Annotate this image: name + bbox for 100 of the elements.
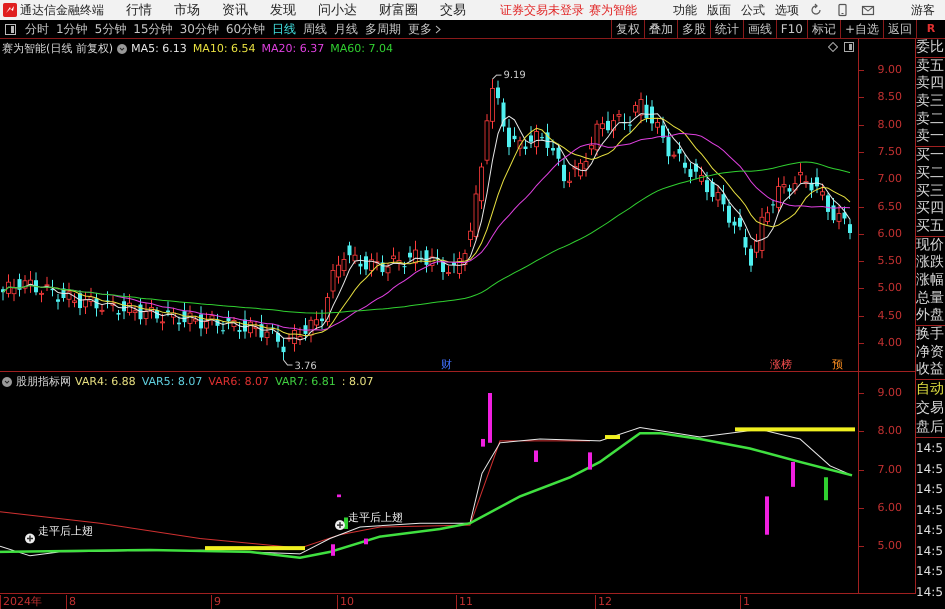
axis-label: 2024年: [0, 595, 42, 609]
login-notice: 证券交易未登录: [500, 2, 584, 18]
menu-item[interactable]: 交易: [440, 1, 466, 19]
indicator-value: MA10: 6.54: [192, 42, 256, 55]
period-tab[interactable]: 15分钟: [130, 20, 176, 38]
quote-label: 卖一: [916, 128, 945, 146]
menu-item[interactable]: 市场: [174, 1, 200, 19]
axis-label: 5.50: [878, 254, 902, 268]
menu-item[interactable]: 发现: [270, 1, 296, 19]
trade-time: 14:5: [916, 502, 944, 519]
axis-label: 5.00: [878, 281, 902, 294]
indicator-value: MA60: 7.04: [330, 42, 393, 55]
quote-label: 换手: [916, 326, 945, 344]
axis-label: 5.00: [878, 539, 902, 552]
toolbar-button[interactable]: 复权: [610, 20, 644, 38]
indicator-value: MA5: 6.13: [131, 42, 187, 55]
menu-item[interactable]: 资讯: [222, 1, 248, 19]
period-tab[interactable]: 60分钟: [222, 20, 268, 38]
period-tab[interactable]: 1分钟: [53, 20, 91, 38]
axis-label: 4.50: [878, 308, 902, 322]
trade-time: 14:5: [916, 460, 944, 478]
quote-label: 收益: [916, 361, 945, 380]
trade-time: 14:5: [916, 440, 944, 458]
axis-label: 6.00: [878, 226, 902, 240]
toolbar-button[interactable]: 多股: [676, 20, 710, 38]
quote-label: 买一: [916, 147, 945, 165]
indicator-value: VAR6: 8.07: [208, 375, 270, 388]
toolbar-button[interactable]: 统计: [710, 20, 743, 38]
axis-label: 8.50: [878, 90, 902, 104]
signal-label: 走平后上翅: [38, 524, 93, 538]
axis-label: 12: [595, 595, 612, 609]
period-tab[interactable]: 分时: [22, 20, 52, 38]
axis-label: 4.00: [878, 336, 902, 349]
toolbar-button[interactable]: +自选: [840, 20, 883, 38]
menu-item[interactable]: 功能: [673, 2, 697, 18]
axis-label: 7.00: [878, 172, 902, 186]
quote-label: 卖三: [916, 93, 945, 111]
marker-label: 财: [441, 358, 452, 371]
stock-name: 赛为智能: [589, 2, 637, 18]
axis-label: 6.50: [878, 200, 902, 212]
menu-item[interactable]: 公式: [741, 2, 765, 18]
trade-time: 14:5: [916, 481, 944, 498]
stock-title: 赛为智能(日线 前复权): [2, 41, 114, 56]
menu-item[interactable]: 选项: [775, 2, 799, 18]
menu-item[interactable]: 问小达: [318, 1, 357, 19]
quote-label: 买五: [916, 218, 945, 236]
axis-label: 7.50: [878, 144, 902, 158]
panel-label[interactable]: 交易: [916, 399, 945, 418]
axis-label: 8.00: [878, 424, 902, 438]
toolbar-button[interactable]: 返回: [883, 20, 916, 38]
axis-label: 8.00: [878, 118, 902, 131]
price-label: 9.19: [504, 70, 526, 82]
trade-time: 14:5: [916, 584, 944, 601]
panel-label[interactable]: 盘后: [916, 418, 945, 438]
trade-time: 14:5: [916, 542, 944, 560]
app-title: 通达信金融终端: [20, 2, 104, 18]
quote-label: 卖二: [916, 110, 945, 128]
quote-label: 买三: [916, 182, 945, 200]
toolbar-button[interactable]: F10: [776, 20, 807, 38]
marker-label: 涨榜: [770, 358, 792, 371]
quote-label: 净资: [916, 344, 945, 362]
mode-button[interactable]: 自动: [916, 380, 945, 400]
marker-label: 预: [832, 358, 843, 371]
axis-label: 9.00: [878, 386, 902, 399]
toolbar-button[interactable]: 叠加: [644, 20, 677, 38]
period-tab[interactable]: 多周期: [362, 20, 404, 38]
period-tab[interactable]: 5分钟: [92, 20, 130, 38]
indicator-title: 股朋指标网: [16, 374, 71, 389]
axis-label: 11: [456, 595, 473, 609]
axis-label: 9: [211, 595, 221, 609]
quote-label: 现价: [916, 236, 945, 254]
menu-item[interactable]: 财富圈: [379, 1, 418, 19]
indicator-value: VAR5: 8.07: [142, 375, 202, 388]
quote-label: 涨幅: [916, 272, 945, 290]
trade-time: 14:5: [916, 522, 944, 540]
quote-label: 总量: [916, 290, 945, 308]
period-tab[interactable]: 月线: [331, 20, 362, 38]
trade-time: 14:5: [916, 563, 944, 580]
period-tab[interactable]: 周线: [300, 20, 330, 38]
axis-label: 10: [337, 595, 354, 609]
quote-label: 涨跌: [916, 254, 945, 272]
period-tab[interactable]: 日线: [269, 20, 300, 38]
toolbar-button[interactable]: 标记: [806, 20, 840, 38]
axis-label: 7.00: [878, 462, 902, 476]
period-tab[interactable]: 30分钟: [176, 20, 222, 38]
menu-item[interactable]: 版面: [707, 2, 731, 18]
axis-label: 6.00: [878, 500, 902, 514]
menu-item[interactable]: 行情: [126, 1, 152, 19]
quote-label: 卖四: [916, 75, 945, 94]
indicator-value: : 8.07: [342, 375, 374, 388]
quote-label: 买四: [916, 200, 945, 218]
axis-label: 1: [740, 595, 750, 609]
period-tab[interactable]: 更多: [405, 20, 444, 38]
axis-label: 9.00: [878, 63, 902, 76]
toolbar-button[interactable]: 画线: [742, 20, 776, 38]
user-label[interactable]: 游客: [911, 2, 935, 18]
price-label: 3.76: [294, 361, 317, 371]
side-header: R: [916, 20, 945, 38]
quote-label: 卖五: [916, 58, 945, 76]
quote-label: 买二: [916, 164, 945, 182]
